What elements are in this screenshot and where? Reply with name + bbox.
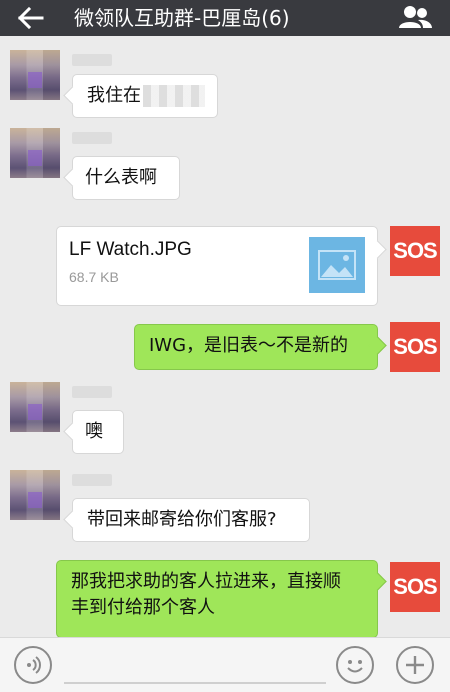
voice-button[interactable] [14, 646, 52, 684]
message-bubble[interactable]: 我住在 [72, 74, 218, 118]
sender-nickname-redacted [72, 132, 112, 144]
chat-title: 微领队互助群-巴厘岛(6) [74, 6, 290, 30]
message-text-line: 那我把求助的客人拉进来，直接顺 [71, 571, 341, 592]
avatar[interactable] [10, 382, 60, 432]
group-members-button[interactable] [396, 2, 434, 34]
top-bar: 微领队互助群-巴厘岛(6) [0, 0, 450, 36]
voice-icon [27, 656, 41, 674]
sender-nickname-redacted [72, 386, 112, 398]
emoji-button[interactable] [336, 646, 374, 684]
sender-nickname-redacted [72, 474, 112, 486]
message-text: 我住在 [87, 85, 141, 106]
image-file-icon [309, 237, 365, 293]
message-text: 噢 [85, 421, 103, 442]
plus-icon [406, 656, 424, 674]
back-button[interactable] [12, 4, 46, 32]
message-bubble[interactable]: 那我把求助的客人拉进来，直接顺 丰到付给那个客人 [56, 560, 378, 637]
file-size: 68.7 KB [69, 269, 119, 285]
message-text: IWG，是旧表～不是新的 [149, 335, 349, 356]
avatar-sos[interactable]: SOS [390, 226, 440, 276]
sender-nickname-redacted [72, 54, 112, 66]
message-list[interactable]: 我住在 什么表啊 LF Watch.JPG 68.7 KB SOS IWG，是旧… [0, 36, 450, 637]
message-bubble[interactable]: 带回来邮寄给你们客服? [72, 498, 310, 542]
message-bubble[interactable]: 什么表啊 [72, 156, 180, 200]
avatar-sos[interactable]: SOS [390, 562, 440, 612]
message-input[interactable] [64, 682, 326, 684]
redacted-text [143, 85, 205, 107]
avatar[interactable] [10, 470, 60, 520]
avatar-sos[interactable]: SOS [390, 322, 440, 372]
input-bar [0, 637, 450, 692]
message-text: 什么表啊 [85, 167, 157, 188]
file-name: LF Watch.JPG [69, 239, 192, 260]
back-arrow-icon [17, 6, 44, 30]
file-message-card[interactable]: LF Watch.JPG 68.7 KB [56, 226, 378, 306]
avatar[interactable] [10, 128, 60, 178]
more-button[interactable] [396, 646, 434, 684]
group-members-icon [399, 6, 432, 28]
emoji-icon [347, 660, 363, 673]
message-text-line: 丰到付给那个客人 [71, 597, 215, 618]
avatar[interactable] [10, 50, 60, 100]
message-text: 带回来邮寄给你们客服? [87, 509, 277, 530]
message-bubble[interactable]: IWG，是旧表～不是新的 [134, 324, 378, 370]
message-bubble[interactable]: 噢 [72, 410, 124, 454]
